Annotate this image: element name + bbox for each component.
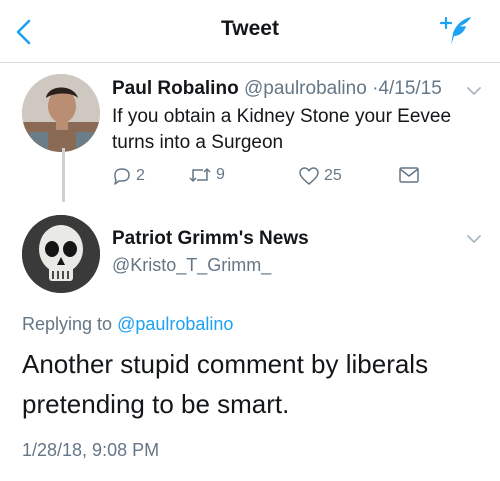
direct-message-button[interactable]	[398, 166, 420, 184]
heart-icon	[299, 167, 319, 185]
reply-icon	[114, 168, 130, 185]
author-handle[interactable]: @Kristo_T_Grimm_	[112, 255, 271, 276]
replying-to-line: Replying to @paulrobalino	[22, 314, 233, 335]
tweet-options-button[interactable]	[466, 84, 482, 96]
reply-button[interactable]: 2	[112, 166, 145, 186]
author-name[interactable]: Patriot Grimm's News	[112, 228, 309, 250]
page-title: Tweet	[221, 17, 279, 40]
tweet-timestamp[interactable]: 1/28/18, 9:08 PM	[22, 440, 159, 461]
reply-count: 2	[136, 167, 145, 184]
retweet-icon	[189, 168, 211, 182]
avatar[interactable]	[22, 215, 100, 293]
avatar[interactable]	[22, 74, 100, 152]
parent-tweet-header: Paul Robalino @paulrobalino ·4/15/15	[112, 78, 442, 100]
retweet-action[interactable]: 9	[188, 166, 225, 184]
retweet-count: 9	[216, 166, 225, 183]
thread-connector-line	[62, 148, 65, 202]
chevron-down-icon	[467, 235, 481, 243]
dm-action[interactable]	[398, 166, 420, 184]
tweet-date: 4/15/15	[378, 78, 442, 99]
envelope-icon	[399, 167, 419, 183]
skull-avatar-photo	[22, 215, 100, 293]
reply-action[interactable]: 2	[112, 166, 145, 186]
author-handle[interactable]: @paulrobalino	[244, 78, 367, 99]
compose-tweet-icon	[439, 16, 471, 45]
like-action[interactable]: 25	[298, 166, 342, 186]
main-tweet-text: Another stupid comment by liberals prete…	[22, 349, 429, 419]
retweet-button[interactable]: 9	[188, 166, 225, 184]
author-name[interactable]: Paul Robalino	[112, 78, 239, 99]
nav-header: Tweet	[0, 0, 500, 63]
parent-tweet-text: If you obtain a Kidney Stone your Eevee …	[112, 106, 452, 153]
user-avatar-photo	[22, 74, 100, 152]
tweet-options-button[interactable]	[466, 232, 482, 244]
like-button[interactable]: 25	[298, 166, 342, 186]
like-count: 25	[324, 167, 342, 184]
compose-tweet-button[interactable]	[438, 14, 474, 48]
replying-to-link[interactable]: @paulrobalino	[117, 314, 233, 334]
replying-to-label: Replying to	[22, 314, 113, 334]
chevron-down-icon	[467, 87, 481, 95]
